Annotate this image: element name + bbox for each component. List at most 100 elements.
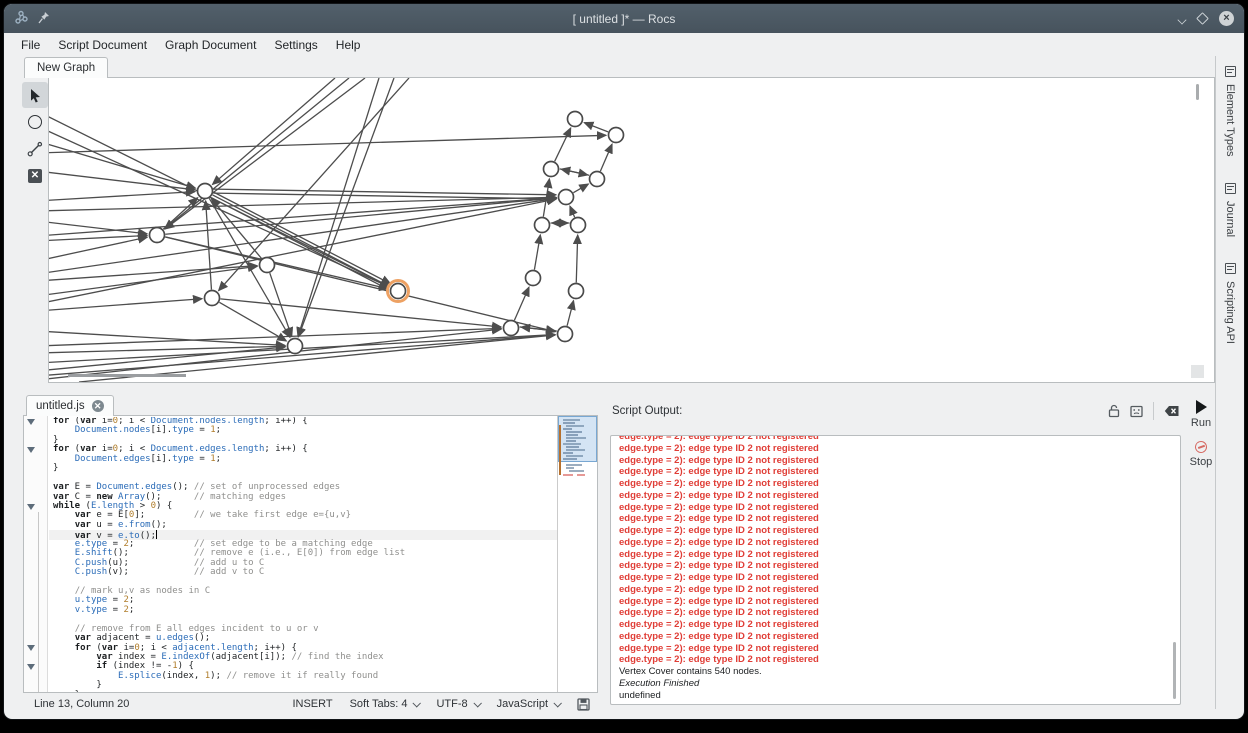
code-line[interactable]: } <box>49 464 557 473</box>
tab-width-selector[interactable]: Soft Tabs: 4 <box>350 698 420 710</box>
graph-node[interactable] <box>391 284 406 299</box>
graph-edge[interactable] <box>534 235 540 270</box>
graph-edge[interactable] <box>573 184 588 193</box>
graph-edge[interactable] <box>165 198 556 234</box>
graph-edge[interactable] <box>298 78 379 336</box>
code-line[interactable]: C.push(v); // add v to C <box>49 568 557 577</box>
dock-tab-label: Journal <box>1224 201 1236 237</box>
graph-edge[interactable] <box>49 346 285 353</box>
input-mode[interactable]: INSERT <box>292 698 332 710</box>
console-output-icon[interactable] <box>1130 405 1143 418</box>
graph-edge[interactable] <box>49 192 195 201</box>
stop-button[interactable]: Stop <box>1190 429 1213 468</box>
script-output-console[interactable]: edge.type = 2): edge type ID 2 not regis… <box>610 435 1181 705</box>
graph-node[interactable] <box>558 327 573 342</box>
graph-node[interactable] <box>288 339 303 354</box>
graph-edge[interactable] <box>49 171 195 190</box>
graph-edge[interactable] <box>206 201 212 290</box>
graph-edge[interactable] <box>219 302 286 341</box>
code-line[interactable]: E.splice(index, 1); // remove it if real… <box>49 672 557 681</box>
canvas-vertical-scrollbar[interactable] <box>1196 84 1199 100</box>
close-button[interactable]: × <box>1219 11 1234 26</box>
graph-edge[interactable] <box>49 299 202 311</box>
lock-output-icon[interactable] <box>1108 404 1120 418</box>
run-button[interactable]: Run <box>1191 400 1211 429</box>
dock-tab-element-types[interactable]: Element Types <box>1216 66 1244 157</box>
minimize-button[interactable] <box>1178 15 1186 23</box>
output-message-line: Vertex Cover contains 540 nodes. <box>619 666 1180 678</box>
maximize-button[interactable] <box>1196 12 1209 25</box>
graph-edge[interactable] <box>514 287 529 320</box>
editor-minimap[interactable] <box>557 416 597 692</box>
element-types-icon <box>1225 66 1236 77</box>
encoding-selector[interactable]: UTF-8 <box>436 698 479 710</box>
graph-edge[interactable] <box>219 78 409 291</box>
code-fold-marker[interactable] <box>27 419 35 425</box>
code-line[interactable]: v.type = 2; <box>49 606 557 615</box>
code-line[interactable]: } <box>49 681 557 690</box>
menu-item-script-document[interactable]: Script Document <box>49 35 156 55</box>
graph-node[interactable] <box>535 218 550 233</box>
graph-canvas[interactable] <box>48 77 1215 383</box>
code-line[interactable]: var u = e.from(); <box>49 521 557 530</box>
code-line[interactable]: Document.nodes[i].type = 1; <box>49 426 557 435</box>
graph-node[interactable] <box>609 128 624 143</box>
graph-node[interactable] <box>590 172 605 187</box>
menu-item-graph-document[interactable]: Graph Document <box>156 35 265 55</box>
output-scrollbar[interactable] <box>1173 642 1176 699</box>
code-fold-marker[interactable] <box>27 504 35 510</box>
graph-edge[interactable] <box>49 199 556 304</box>
code-area[interactable]: for (var i=0; i < Document.nodes.length;… <box>49 417 557 692</box>
graph-edge[interactable] <box>555 128 571 161</box>
graph-node[interactable] <box>504 321 519 336</box>
graph-node[interactable] <box>150 228 165 243</box>
titlebar[interactable]: [ untitled ]* — Rocs × <box>4 4 1244 33</box>
canvas-horizontal-scrollbar[interactable] <box>68 374 186 377</box>
output-error-line: edge.type = 2): edge type ID 2 not regis… <box>619 502 1180 514</box>
dock-tab-journal[interactable]: Journal <box>1216 183 1244 237</box>
create-node-tool-button[interactable] <box>22 109 48 135</box>
graph-node[interactable] <box>205 291 220 306</box>
graph-edge[interactable] <box>49 328 501 346</box>
menu-item-help[interactable]: Help <box>327 35 370 55</box>
graph-document-tab[interactable]: New Graph <box>24 57 108 78</box>
save-icon[interactable] <box>577 698 590 711</box>
graph-edge[interactable] <box>49 135 606 153</box>
dock-tab-label: Scripting API <box>1224 281 1236 344</box>
graph-node[interactable] <box>260 258 275 273</box>
graph-edge[interactable] <box>561 169 589 175</box>
menu-item-settings[interactable]: Settings <box>265 35 326 55</box>
dock-tab-scripting-api[interactable]: Scripting API <box>1216 263 1244 344</box>
code-line[interactable]: } <box>49 691 557 692</box>
create-edge-tool-button[interactable] <box>22 136 48 162</box>
graph-node[interactable] <box>571 218 586 233</box>
graph-edge[interactable] <box>600 144 612 171</box>
graph-node[interactable] <box>568 112 583 127</box>
graph-edge[interactable] <box>49 237 147 261</box>
graph-edge[interactable] <box>576 235 577 283</box>
graph-edge[interactable] <box>220 299 501 327</box>
graph-edge[interactable] <box>165 78 349 229</box>
graph-edge[interactable] <box>570 206 575 217</box>
language-selector[interactable]: JavaScript <box>497 698 560 710</box>
tab-close-icon[interactable]: ✕ <box>92 400 104 412</box>
graph-node[interactable] <box>526 271 541 286</box>
graph-node[interactable] <box>198 184 213 199</box>
graph-edge[interactable] <box>567 301 573 326</box>
stop-label: Stop <box>1190 456 1213 468</box>
clear-output-icon[interactable] <box>1164 405 1180 417</box>
code-editor[interactable]: for (var i=0; i < Document.nodes.length;… <box>23 415 598 693</box>
select-tool-button[interactable] <box>22 82 48 108</box>
code-fold-marker[interactable] <box>27 447 35 453</box>
graph-node[interactable] <box>559 190 574 205</box>
menu-item-file[interactable]: File <box>12 35 49 55</box>
script-document-tab[interactable]: untitled.js ✕ <box>26 395 114 416</box>
graph-node[interactable] <box>569 284 584 299</box>
code-fold-marker[interactable] <box>27 645 35 651</box>
graph-node[interactable] <box>544 162 559 177</box>
graph-edge[interactable] <box>213 78 335 184</box>
code-line[interactable]: Document.edges[i].type = 1; <box>49 455 557 464</box>
code-fold-marker[interactable] <box>27 664 35 670</box>
delete-tool-button[interactable]: ✕ <box>22 163 48 189</box>
graph-edge[interactable] <box>584 123 608 132</box>
